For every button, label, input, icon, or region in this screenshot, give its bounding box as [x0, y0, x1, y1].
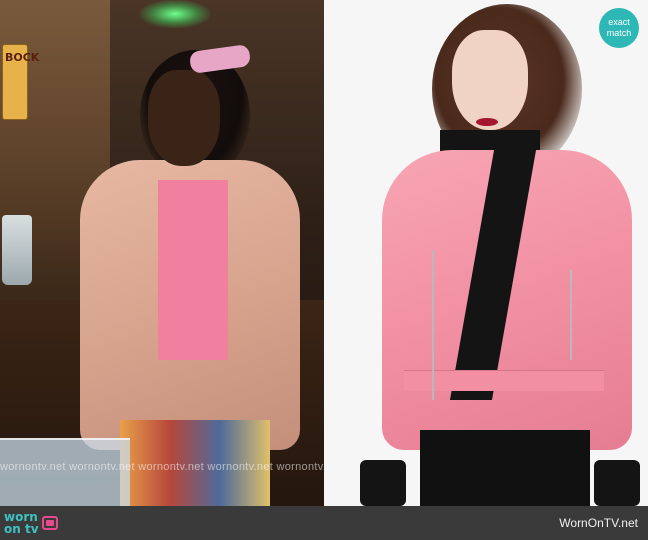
pink-bandana: [188, 43, 252, 75]
black-pants: [420, 430, 590, 506]
model-face: [452, 30, 528, 130]
tv-scene-photo: BOCK wornontv.net wornontv.net wornontv.…: [0, 0, 324, 506]
jacket-zipper: [432, 250, 434, 400]
right-cuff: [594, 460, 640, 506]
product-photo: [324, 0, 648, 506]
badge-line-1: exact: [608, 17, 630, 27]
exact-match-badge: exact match: [599, 8, 639, 48]
model-lips: [476, 118, 498, 126]
actress-figure: [40, 20, 310, 506]
beer-tap-label: BOCK: [5, 51, 40, 64]
jacket-belt: [404, 370, 604, 391]
pink-graphic-tee: [158, 180, 228, 360]
site-url[interactable]: WornOnTV.net: [559, 506, 638, 540]
badge-line-2: match: [606, 28, 632, 38]
actress-face: [148, 70, 220, 166]
outfit-comparison: BOCK wornontv.net wornontv.net wornontv.…: [0, 0, 648, 540]
logo-wordmark: worn on tv: [4, 510, 39, 536]
tv-icon: [41, 516, 58, 530]
beer-tap: BOCK: [2, 44, 40, 120]
footer-bar: worn on tv WornOnTV.net: [0, 506, 648, 540]
soap-bottle: [2, 215, 32, 285]
left-cuff: [360, 460, 406, 506]
pocket-zipper: [570, 270, 572, 360]
site-logo[interactable]: worn on tv: [4, 510, 58, 536]
watermark-text: wornontv.net wornontv.net wornontv.net w…: [0, 461, 324, 473]
